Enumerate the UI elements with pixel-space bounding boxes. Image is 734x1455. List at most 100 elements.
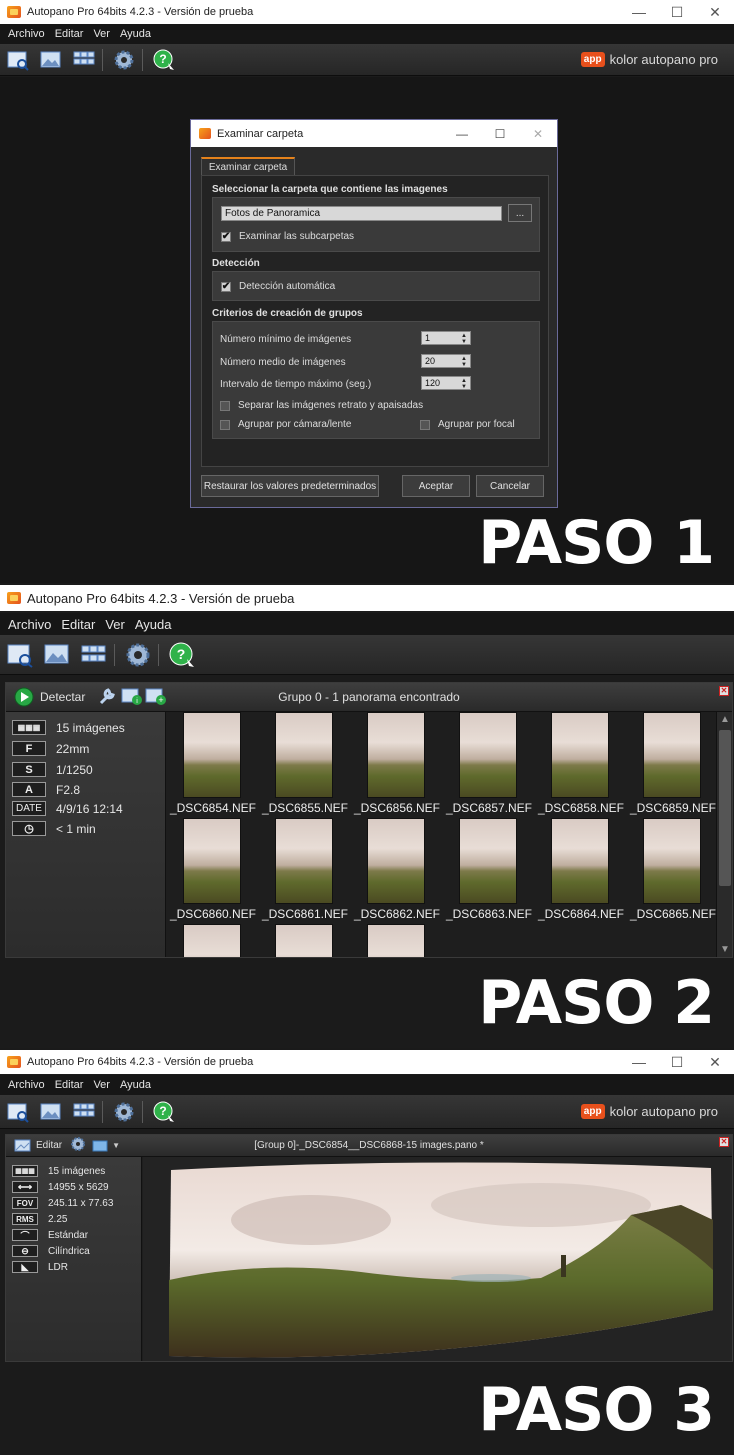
dialog-maximize-button[interactable]: ☐ <box>481 120 519 147</box>
info-value: LDR <box>48 1261 69 1273</box>
dynamic-range-icon: ◣ <box>12 1261 38 1273</box>
group-by-focal-checkbox[interactable]: Agrupar por focal <box>420 419 515 430</box>
open-folder-button[interactable] <box>3 1099 33 1125</box>
thumbnail-image[interactable] <box>459 818 517 904</box>
max-interval-stepper[interactable]: 120 ▲ ▼ <box>421 376 471 390</box>
tab-examinar-carpeta[interactable]: Examinar carpeta <box>201 157 295 176</box>
batch-button[interactable] <box>69 47 99 73</box>
thumbnail-image[interactable] <box>459 712 517 798</box>
dialog-close-button[interactable]: ✕ <box>519 120 557 147</box>
close-button[interactable]: ✕ <box>696 0 734 24</box>
info-row-fov: FOV 245.11 x 77.63 <box>12 1197 113 1209</box>
app-icon <box>7 592 21 604</box>
batch-button[interactable] <box>77 639 111 671</box>
menu-archivo[interactable]: Archivo <box>8 617 51 632</box>
fov-badge: FOV <box>12 1197 38 1209</box>
open-images-button[interactable] <box>36 1099 66 1125</box>
open-folder-button[interactable] <box>3 639 37 671</box>
app-icon <box>199 128 211 139</box>
thumbnail-image[interactable] <box>551 712 609 798</box>
menu-editar[interactable]: Editar <box>61 617 95 632</box>
menu-editar[interactable]: Editar <box>55 1079 84 1091</box>
restore-defaults-button[interactable]: Restaurar los valores predeterminados <box>201 475 379 497</box>
menu-editar[interactable]: Editar <box>55 28 84 40</box>
menu-ayuda[interactable]: Ayuda <box>135 617 172 632</box>
close-button[interactable]: ✕ <box>696 1050 734 1074</box>
menu-archivo[interactable]: Archivo <box>8 28 45 40</box>
settings-button[interactable] <box>109 1099 139 1125</box>
close-panorama-icon[interactable]: ✕ <box>719 1137 729 1147</box>
subfolders-checkbox[interactable]: ✔ Examinar las subcarpetas <box>221 231 354 242</box>
menu-archivo[interactable]: Archivo <box>8 1079 45 1091</box>
stepper-arrows-icon[interactable]: ▲ ▼ <box>461 333 467 345</box>
svg-text:?: ? <box>159 52 166 66</box>
open-images-button[interactable] <box>36 47 66 73</box>
toolbar-separator <box>158 643 159 666</box>
batch-button[interactable] <box>69 1099 99 1125</box>
menu-ver[interactable]: Ver <box>93 1079 110 1091</box>
max-interval-value: 120 <box>425 378 441 388</box>
folder-path-input[interactable]: Fotos de Panoramica <box>221 206 502 221</box>
help-button[interactable]: ? <box>165 639 199 671</box>
settings-button[interactable] <box>121 639 155 671</box>
separate-orientation-checkbox[interactable]: Separar las imágenes retrato y apaisadas <box>220 400 423 411</box>
help-button[interactable]: ? <box>149 47 179 73</box>
menu-ver[interactable]: Ver <box>105 617 125 632</box>
cancel-button[interactable]: Cancelar <box>476 475 544 497</box>
paso-1-label: PASO 1 <box>478 508 715 578</box>
thumbnail-image[interactable] <box>643 712 701 798</box>
help-icon: ? <box>153 1101 174 1122</box>
thumbnail-scrollbar[interactable]: ▲ ▼ <box>716 712 732 957</box>
group-panel: Detectar i + Grupo 0 - 1 panorama encont… <box>5 682 733 958</box>
info-value: < 1 min <box>56 821 96 836</box>
avg-images-stepper[interactable]: 20 ▲ ▼ <box>421 354 471 368</box>
thumbnail-image[interactable] <box>367 924 425 957</box>
min-images-stepper[interactable]: 1 ▲ ▼ <box>421 331 471 345</box>
menu-ayuda[interactable]: Ayuda <box>120 28 151 40</box>
window-title: Autopano Pro 64bits 4.2.3 - Versión de p… <box>27 6 254 18</box>
scrollbar-thumb[interactable] <box>719 730 731 886</box>
stepper-arrows-icon[interactable]: ▲ ▼ <box>461 356 467 368</box>
auto-detect-label: Detección automática <box>239 281 336 292</box>
panorama-preview-area <box>143 1157 732 1361</box>
scroll-up-icon[interactable]: ▲ <box>720 714 730 725</box>
thumbnail-image[interactable] <box>643 818 701 904</box>
thumbnail-image[interactable] <box>367 818 425 904</box>
maximize-button[interactable]: ☐ <box>658 1050 696 1074</box>
open-folder-button[interactable] <box>3 47 33 73</box>
menu-ver[interactable]: Ver <box>93 28 110 40</box>
toolbar-separator <box>142 1100 143 1123</box>
thumbnail-image[interactable] <box>183 818 241 904</box>
svg-text:?: ? <box>159 1104 166 1118</box>
info-row-images: ▦▦▦ 15 imágenes <box>12 1165 105 1177</box>
main-toolbar: ? <box>0 635 734 675</box>
thumbnail-image[interactable] <box>183 924 241 957</box>
stepper-arrows-icon[interactable]: ▲ ▼ <box>461 378 467 390</box>
minimize-button[interactable]: — <box>620 1050 658 1074</box>
dialog-minimize-button[interactable]: — <box>443 120 481 147</box>
gear-icon <box>114 1102 134 1121</box>
thumbnail-image[interactable] <box>275 924 333 957</box>
thumbnail-image[interactable] <box>275 712 333 798</box>
help-button[interactable]: ? <box>149 1099 179 1125</box>
thumbnail-filename: _DSC6865.NEF <box>629 907 717 921</box>
accept-button[interactable]: Aceptar <box>402 475 470 497</box>
settings-button[interactable] <box>109 47 139 73</box>
thumbnail-image[interactable] <box>183 712 241 798</box>
group-by-camera-checkbox[interactable]: Agrupar por cámara/lente <box>220 419 351 430</box>
thumbnail-image[interactable] <box>275 818 333 904</box>
brand-text: kolor autopano pro <box>609 52 718 67</box>
scroll-down-icon[interactable]: ▼ <box>720 944 730 955</box>
aperture-badge: A <box>12 782 46 797</box>
thumbnail-image[interactable] <box>367 712 425 798</box>
thumbnail-image[interactable] <box>551 818 609 904</box>
maximize-button[interactable]: ☐ <box>658 0 696 24</box>
menu-ayuda[interactable]: Ayuda <box>120 1079 151 1091</box>
group-title: Grupo 0 - 1 panorama encontrado <box>278 690 460 704</box>
close-group-icon[interactable]: ✕ <box>719 686 729 696</box>
open-images-button[interactable] <box>40 639 74 671</box>
auto-detect-checkbox[interactable]: ✔ Detección automática <box>221 281 335 292</box>
browse-button[interactable]: ... <box>508 204 532 222</box>
minimize-button[interactable]: — <box>620 0 658 24</box>
group-header: Detectar i + Grupo 0 - 1 panorama encont… <box>6 683 732 712</box>
